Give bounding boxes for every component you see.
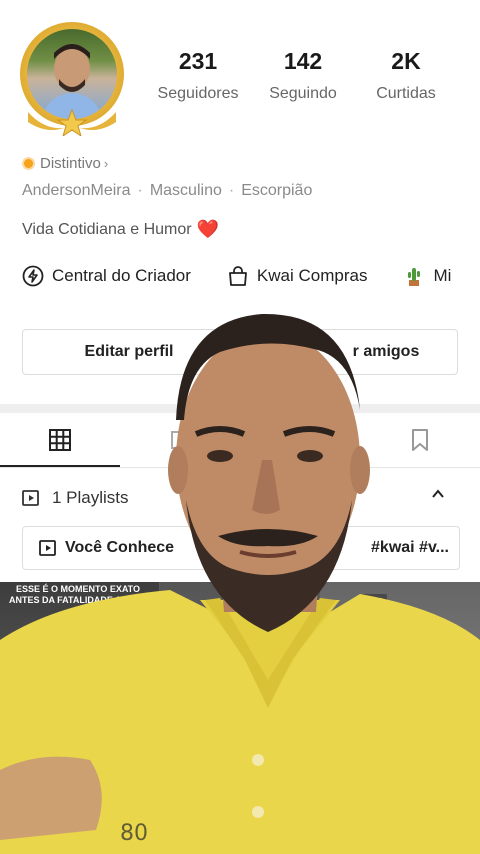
find-friends-button[interactable]: r amigos	[244, 329, 458, 375]
profile-tabs	[0, 413, 480, 467]
likes-count: 2K	[391, 48, 421, 74]
playlists-count: 1 Playlists	[52, 488, 129, 507]
playlist-icon	[39, 540, 56, 556]
playlist-tags: #kwai #v...	[371, 539, 449, 556]
heart-icon	[290, 431, 310, 450]
badge-link[interactable]: Distintivo ›	[22, 155, 108, 172]
avatar-laurel-icon	[28, 108, 116, 136]
profile-meta: AndersonMeira · Masculino · Escorpião	[22, 182, 312, 200]
cactus-icon	[408, 268, 421, 286]
kwai-shop-label: Kwai Compras	[256, 266, 368, 285]
mini-link[interactable]: Mi	[403, 265, 451, 287]
tab-grid[interactable]	[0, 413, 120, 467]
tab-saved[interactable]	[360, 413, 480, 467]
meta-separator: ·	[228, 182, 235, 199]
profile-avatar[interactable]	[14, 20, 130, 136]
shopping-bag-icon	[229, 266, 247, 286]
badge-icon	[22, 157, 35, 170]
bio-text: Vida Cotidiana e Humor	[22, 220, 192, 238]
pinned-label: Fixado no topo	[4, 806, 85, 826]
kwai-shop-link[interactable]: Kwai Compras	[227, 265, 368, 287]
playlist-icon	[22, 490, 39, 506]
following-label: Seguindo	[269, 85, 337, 102]
tab-playlist[interactable]	[120, 413, 240, 467]
username: AndersonMeira	[22, 182, 131, 199]
followers-label: Seguidores	[157, 85, 239, 102]
following-stat[interactable]: 142 Seguindo	[253, 48, 353, 103]
section-divider	[0, 404, 480, 413]
profile-links: Central do Criador Kwai Compras Mi	[22, 265, 480, 287]
followers-stat[interactable]: 231 Seguidores	[148, 48, 248, 103]
creator-center-link[interactable]: Central do Criador	[22, 265, 191, 287]
likes-stat[interactable]: 2K Curtidas	[356, 48, 456, 103]
creator-center-label: Central do Criador	[52, 266, 191, 285]
playlists-header[interactable]: 1 Playlists	[22, 486, 462, 510]
tabs-divider	[0, 467, 480, 468]
video-thumbnail[interactable]	[160, 582, 319, 854]
mini-label: Mi	[433, 266, 452, 285]
chevron-right-icon: ›	[103, 156, 109, 171]
thumbnail-tag: logo	[362, 594, 388, 606]
playlist-item[interactable]: Você Conhece #kwai #v...	[22, 526, 460, 570]
edit-profile-button[interactable]: Editar perfil	[22, 329, 236, 375]
tab-likes[interactable]	[240, 413, 360, 467]
profile-bio: Vida Cotidiana e Humor ❤️	[22, 219, 219, 240]
thumbnail-caption: ESSE É O MOMENTO EXATO ANTES DA FATALIDA…	[9, 584, 147, 605]
grid-icon	[49, 429, 71, 451]
chevron-up-icon[interactable]	[430, 486, 446, 502]
following-count: 142	[283, 48, 323, 74]
bookmark-icon	[412, 429, 428, 451]
video-thumbnail[interactable]	[320, 582, 480, 854]
bio-emoji: ❤️	[196, 219, 219, 239]
meta-separator: ·	[137, 182, 143, 199]
badge-label: Distintivo	[40, 155, 101, 172]
lightning-icon	[22, 265, 44, 287]
followers-count: 231	[178, 48, 218, 74]
playlist-title: Você Conhece	[65, 539, 175, 556]
playlist-icon	[171, 431, 189, 449]
likes-label: Curtidas	[376, 85, 436, 102]
gender: Masculino	[149, 182, 222, 199]
zodiac: Escorpião	[241, 182, 313, 199]
